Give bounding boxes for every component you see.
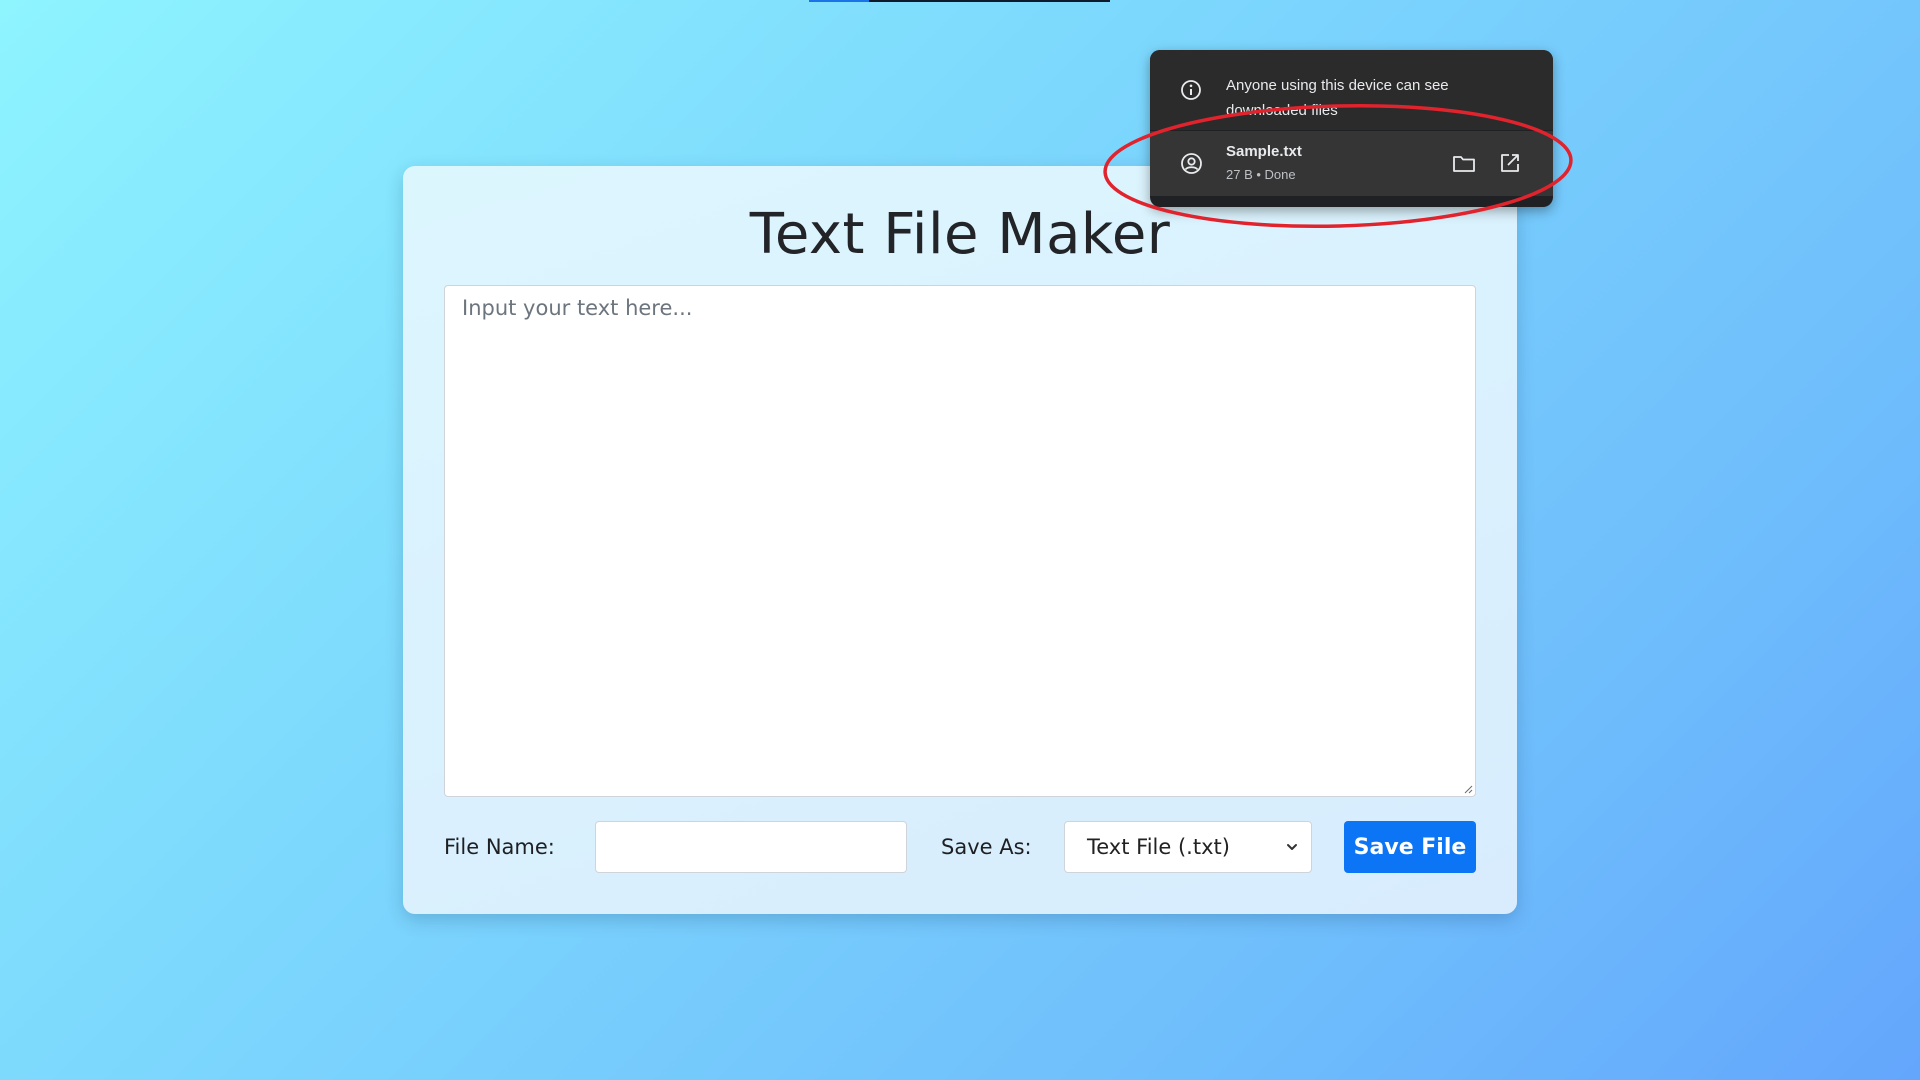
download-status: 27 B • Done [1226, 167, 1296, 182]
save-as-selected-value: Text File (.txt) [1087, 835, 1230, 859]
top-progress-bar [809, 0, 1110, 2]
save-as-select[interactable]: Text File (.txt) [1064, 821, 1312, 873]
top-progress-fill [809, 0, 869, 2]
page-title: Text File Maker [749, 202, 1171, 267]
info-icon [1181, 80, 1201, 100]
text-input-area[interactable] [444, 285, 1476, 797]
save-file-button[interactable]: Save File [1344, 821, 1476, 873]
file-name-input[interactable] [595, 821, 907, 873]
save-as-label: Save As: [941, 835, 1032, 859]
save-controls-row: File Name: Save As: Text File (.txt) Sav… [444, 821, 1476, 873]
downloads-info-row: Anyone using this device can see downloa… [1150, 50, 1553, 130]
folder-icon[interactable] [1451, 150, 1477, 176]
downloads-popup: Anyone using this device can see downloa… [1150, 50, 1553, 207]
account-circle-icon [1181, 153, 1202, 174]
text-file-maker-card: Text File Maker File Name: Save As: Text… [403, 166, 1517, 914]
downloads-info-text: Anyone using this device can see downloa… [1226, 77, 1449, 119]
file-name-label: File Name: [444, 835, 555, 859]
chevron-down-icon [1287, 844, 1297, 850]
download-file-name: Sample.txt [1226, 143, 1302, 160]
download-item[interactable]: Sample.txt 27 B • Done [1150, 131, 1553, 196]
open-external-icon[interactable] [1497, 150, 1523, 176]
resize-grip-icon[interactable] [1463, 784, 1473, 794]
